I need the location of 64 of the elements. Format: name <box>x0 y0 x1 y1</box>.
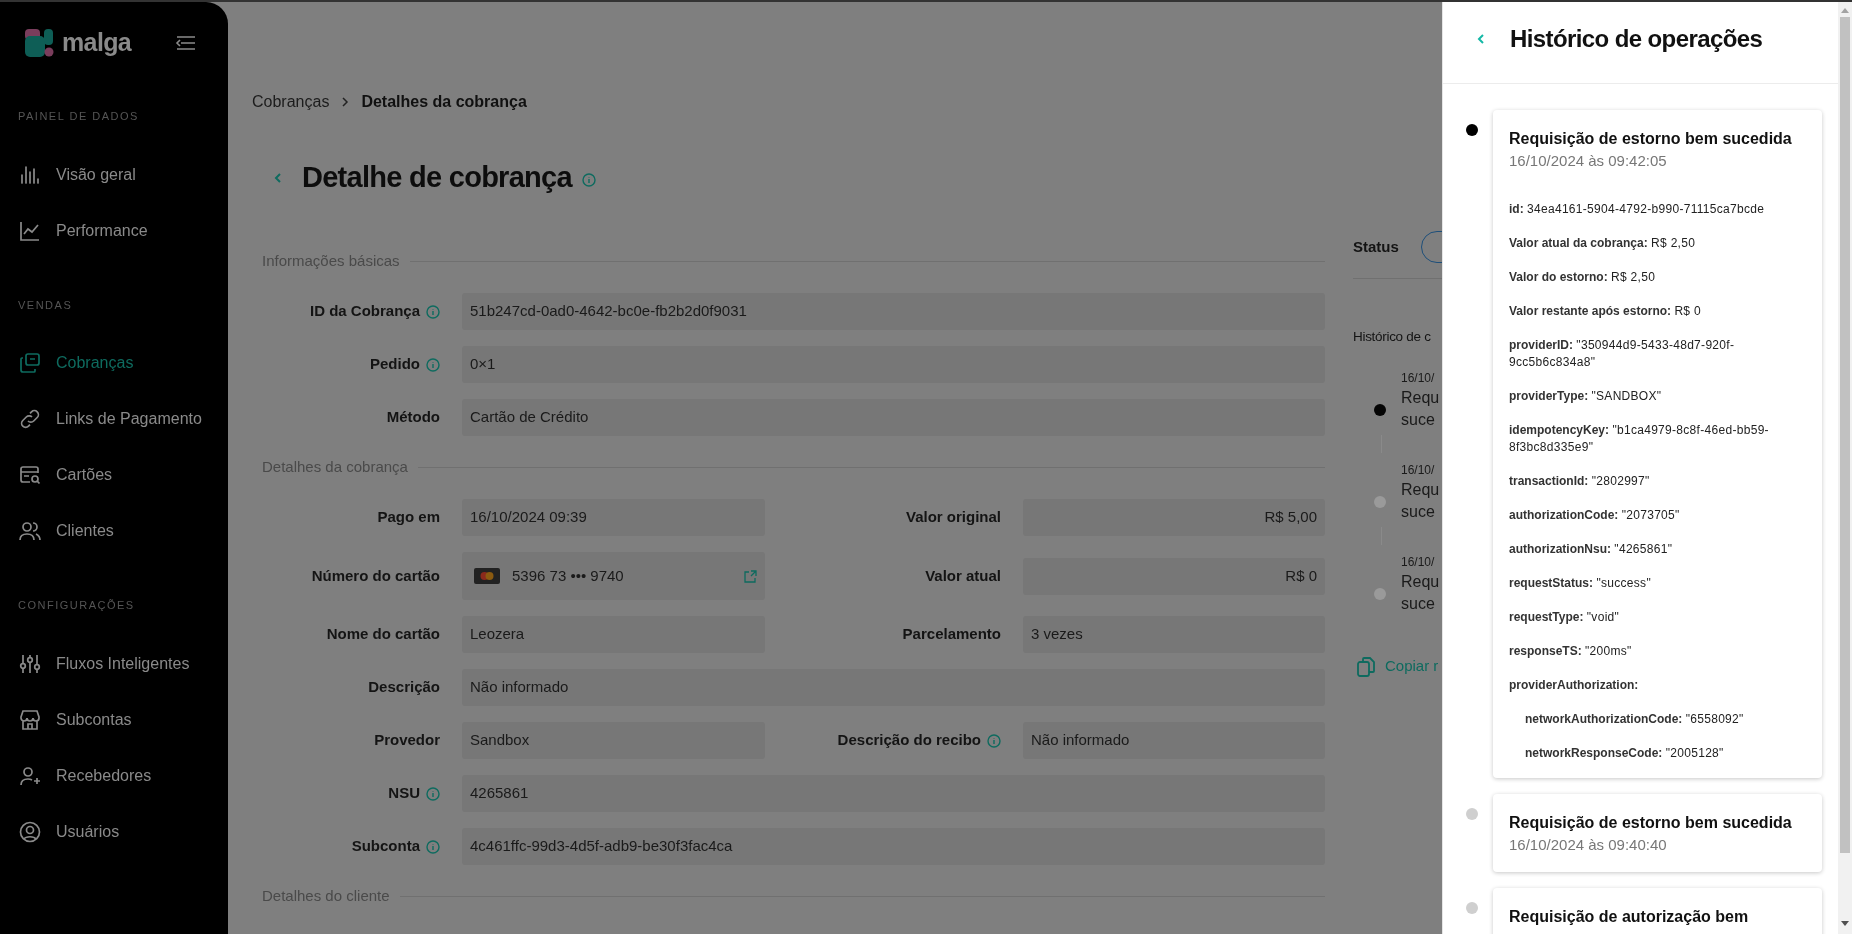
brand-name: malga <box>62 27 132 59</box>
detail-entry: requestType: "void" <box>1509 609 1621 626</box>
event-title: Requ suce <box>1401 480 1440 523</box>
section-heading: PAINEL DE DADOS <box>17 109 140 124</box>
detail-entry: providerID: "350944d9-5433-48d7-920f-9cc5b6c834a8" <box>1509 337 1736 371</box>
section-heading: VENDAS <box>17 297 74 313</box>
section-heading: CONFIGURAÇÕES <box>17 598 136 613</box>
event-title: Requ suce <box>1401 572 1440 615</box>
field-label: NSU <box>388 783 420 804</box>
field-label: Pago em <box>377 507 440 528</box>
detail-entry: providerAuthorization: <box>1509 677 1640 694</box>
history-title: Histórico de c <box>1353 328 1431 346</box>
detail-entry: providerType: "SANDBOX" <box>1509 388 1663 405</box>
detail-entry: Valor do estorno: R$ 2,50 <box>1509 269 1657 286</box>
field-label: Descrição do recibo <box>837 730 981 751</box>
detail-entry: Valor restante após estorno: R$ 0 <box>1509 303 1702 320</box>
event-date: 16/10/ <box>1401 554 1436 572</box>
event-time: 16/10/2024 às 09:40:40 <box>1509 835 1668 855</box>
event-title: Requisição de autorização bem <box>1509 907 1750 927</box>
value-field: 3 vezes <box>1023 616 1325 653</box>
status-label: Status <box>1353 236 1399 257</box>
page-title: Detalhe de cobrança <box>302 160 572 196</box>
field-label: Descrição <box>368 677 440 698</box>
field-label: Valor atual <box>925 565 1001 586</box>
event-date: 16/10/ <box>1401 370 1436 388</box>
field-label: Método <box>386 407 440 428</box>
detail-entry: idempotencyKey: "b1ca4979-8c8f-46ed-bb59-8f3bc8d335e9" <box>1509 422 1770 456</box>
detail-entry: networkAuthorizationCode: "6558092" <box>1524 711 1745 728</box>
value-field: Leozera <box>462 616 765 653</box>
event-title: Requisição de estorno bem sucedida <box>1509 813 1793 833</box>
value-field: 4c461ffc-99d3-4d5f-adb9-be30f3fac4ca <box>462 828 1325 865</box>
breadcrumb-item: Detalhes da cobrança <box>361 92 527 112</box>
value-field: Cartão de Crédito <box>462 399 1325 436</box>
drawer-title: Histórico de operações <box>1510 23 1763 54</box>
value-field: Não informado <box>1023 722 1325 759</box>
value-field: 16/10/2024 09:39 <box>462 499 765 536</box>
value-field: Sandbox <box>462 722 765 759</box>
field-label: Nome do cartão <box>326 624 440 645</box>
detail-entry: Valor atual da cobrança: R$ 2,50 <box>1509 235 1697 252</box>
event-time: 16/10/2024 às 09:42:05 <box>1509 151 1668 171</box>
value-field: 0×1 <box>462 346 1325 383</box>
field-label: ID da Cobrança <box>309 301 420 322</box>
value-field: R$ 0 <box>1023 557 1325 595</box>
field-label: Provedor <box>374 730 440 751</box>
field-label: Número do cartão <box>311 565 440 586</box>
detail-entry: responseTS: "200ms" <box>1509 643 1633 660</box>
detail-entry: authorizationNsu: "4265861" <box>1509 541 1674 558</box>
field-label: Subconta <box>351 836 420 857</box>
value-field: R$ 5,00 <box>1023 499 1325 536</box>
field-label: Pedido <box>370 354 420 375</box>
field-label: Valor original <box>905 507 1001 528</box>
detail-entry: networkResponseCode: "2005128" <box>1524 745 1725 762</box>
value-field: Não informado <box>462 669 1325 706</box>
detail-entry: id: 34ea4161-5904-4792-b990-71115ca7bcde <box>1509 201 1766 218</box>
detail-entry: authorizationCode: "2073705" <box>1509 507 1681 524</box>
value-field: 51b247cd-0ad0-4642-bc0e-fb2b2d0f9031 <box>462 293 1325 330</box>
event-title: Requ suce <box>1401 388 1440 431</box>
value-field: 5396 73 ••• 9740 <box>462 552 765 600</box>
field-label: Parcelamento <box>902 624 1001 645</box>
event-date: 16/10/ <box>1401 462 1436 480</box>
event-title: Requisição de estorno bem sucedida <box>1509 129 1793 149</box>
detail-entry: transactionId: "2802997" <box>1509 473 1651 490</box>
detail-entry: requestStatus: "success" <box>1509 575 1652 592</box>
value-field: 4265861 <box>462 775 1325 812</box>
